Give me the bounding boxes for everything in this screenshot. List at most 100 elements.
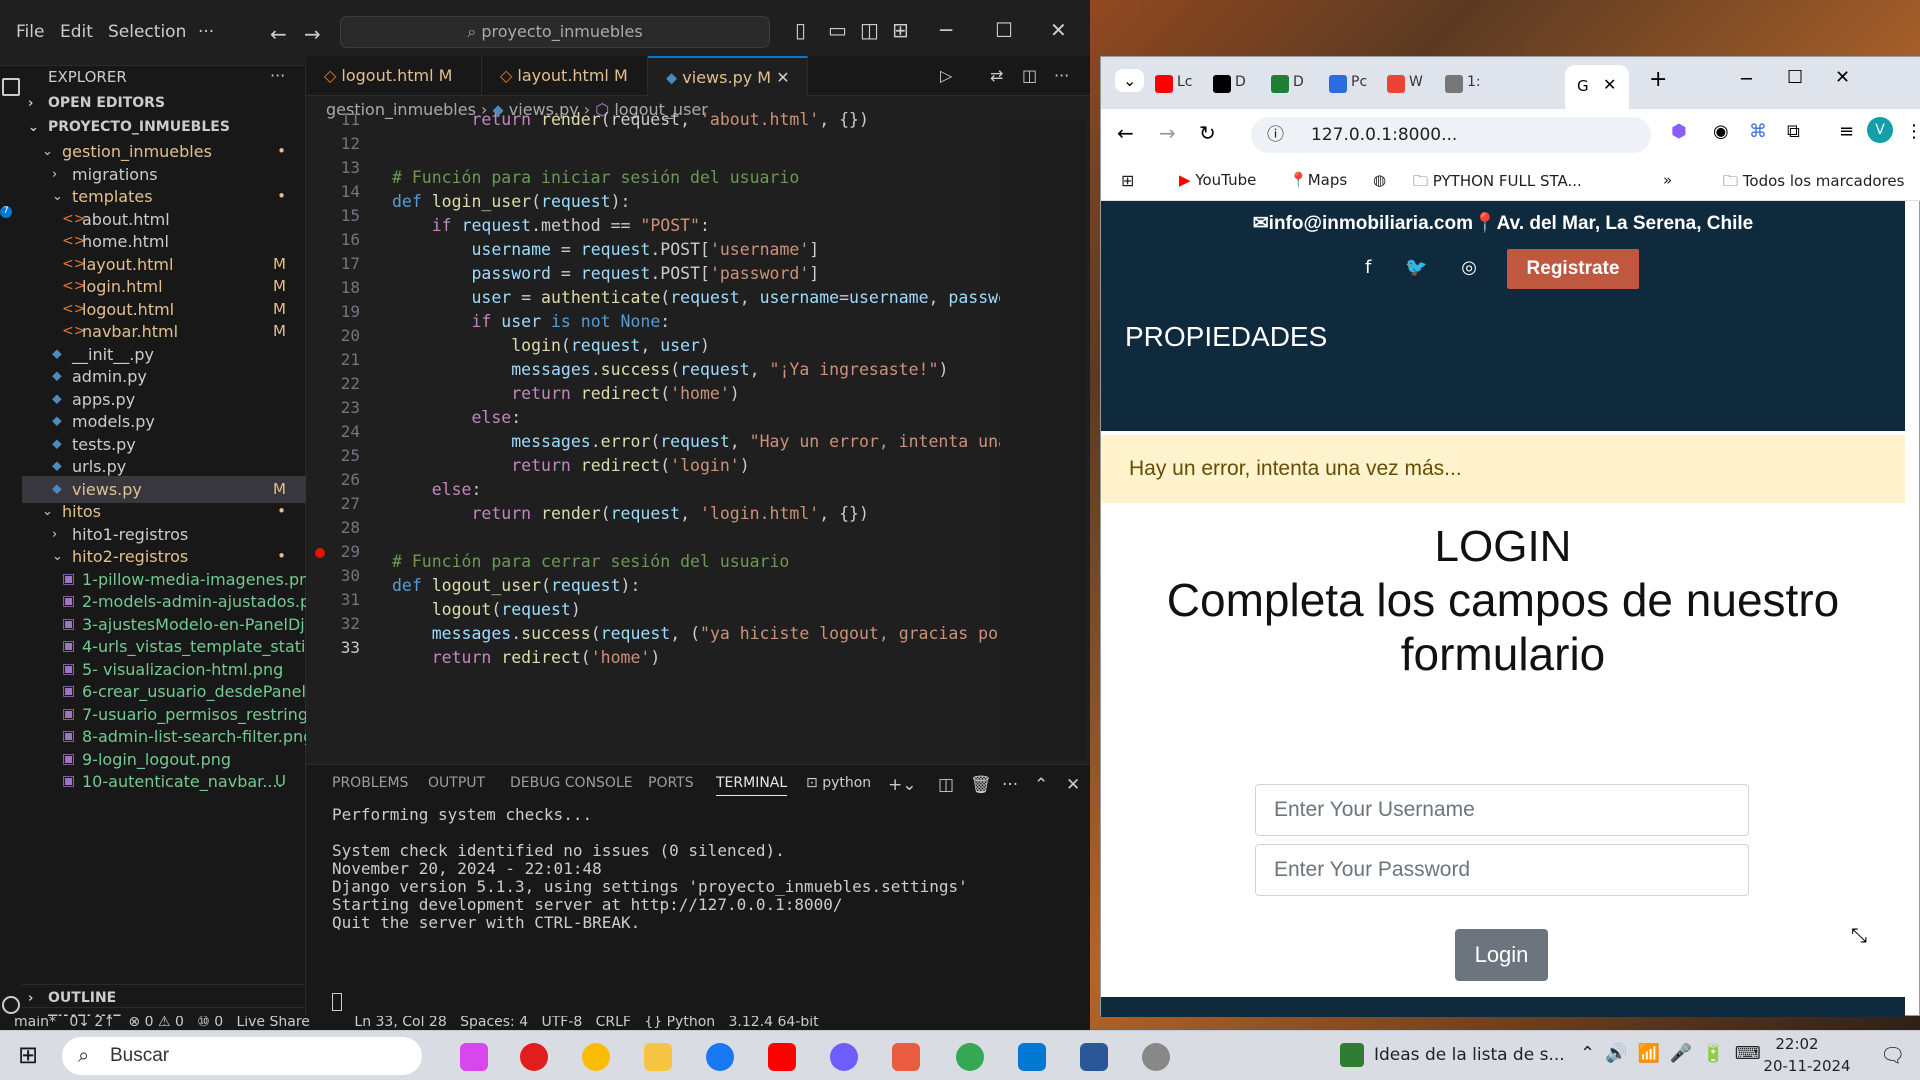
tree-item[interactable]: ▣ 10-autenticate_navbar.... U — [22, 768, 306, 795]
bookmark-youtube[interactable]: ▶ YouTube — [1179, 171, 1256, 189]
forward-icon[interactable]: → — [1159, 121, 1176, 145]
menu-more[interactable]: ··· — [198, 22, 214, 42]
back-icon[interactable]: ← — [1117, 121, 1134, 145]
explorer-icon[interactable] — [2, 78, 20, 96]
notification-app-icon[interactable] — [1340, 1043, 1364, 1067]
opera-icon[interactable] — [520, 1043, 548, 1071]
editor-more-icon[interactable]: ··· — [1054, 66, 1069, 85]
site-brand[interactable]: PROPIEDADES — [1125, 321, 1327, 353]
toggle-sidebar-icon[interactable]: ▯ — [795, 18, 806, 42]
tab-search-icon[interactable]: ⌄ — [1115, 69, 1145, 92]
extension-record-icon[interactable]: ◉ — [1713, 121, 1729, 142]
code-editor[interactable]: 11 12 13 14 15 16 17 18 19 20 21 22 23 24 25 26 27 28 29 30… — [306, 110, 1018, 760]
reload-icon[interactable]: ↻ — [1199, 121, 1216, 145]
panel-tab-debug-console[interactable]: DEBUG CONSOLE — [510, 775, 633, 791]
chrome-profile-icon[interactable] — [956, 1043, 984, 1071]
media-icon[interactable]: ≡ — [1839, 121, 1854, 142]
customize-layout-icon[interactable]: ⊞ — [892, 18, 909, 42]
translate-icon[interactable]: ⌘ — [1749, 121, 1767, 142]
compare-icon[interactable]: ⇄ — [990, 66, 1003, 85]
chrome-menu-icon[interactable]: ⋮ — [1905, 121, 1920, 142]
menu-file[interactable]: File — [16, 22, 44, 42]
chrome-tab[interactable]: 1: — [1439, 69, 1485, 99]
menu-selection[interactable]: Selection — [108, 22, 186, 42]
profile-avatar[interactable]: V — [1867, 117, 1893, 143]
toggle-secondary-sidebar-icon[interactable]: ◫ — [860, 18, 879, 42]
taskbar-search[interactable]: ⌕ Buscar — [62, 1037, 422, 1075]
facebook-icon[interactable] — [706, 1043, 734, 1071]
wifi-app-icon[interactable] — [1142, 1043, 1170, 1071]
vscode-icon[interactable] — [1018, 1043, 1046, 1071]
close-icon[interactable]: ✕ — [1050, 18, 1067, 42]
status-text[interactable]: main* 0↓ 2↑ ⊗ 0 ⚠ 0 ⑩ 0 Live Share Ln 33… — [14, 1016, 819, 1030]
bookmark-maps[interactable]: 📍Maps — [1289, 171, 1347, 189]
youtube-icon[interactable] — [768, 1043, 796, 1071]
terminal-selector[interactable]: ⊡ python — [806, 775, 871, 791]
chrome-tab[interactable]: Pc — [1323, 69, 1369, 99]
notifications-icon[interactable]: 🗨 — [1880, 1043, 1905, 1067]
new-terminal-icon[interactable]: +⌄ — [888, 775, 917, 795]
site-info-icon[interactable]: ⓘ — [1267, 117, 1284, 153]
panel-tab-problems[interactable]: PROBLEMS — [332, 775, 408, 791]
globe-icon[interactable]: ◍ — [1373, 171, 1386, 189]
split-editor-icon[interactable]: ◫ — [1022, 66, 1037, 85]
minimize-icon[interactable]: ─ — [940, 18, 952, 42]
notification-text[interactable]: Ideas de la lista de s... — [1374, 1045, 1565, 1065]
project-root[interactable]: ⌄ PROYECTO_INMUEBLES — [22, 114, 306, 141]
username-input[interactable]: Enter Your Username — [1255, 784, 1749, 836]
tray-icons[interactable]: ⌃🔊📶🎤🔋⌨ — [1580, 1043, 1771, 1064]
explorer-more-icon[interactable]: ··· — [270, 66, 285, 85]
extensions-icon[interactable]: ⧉ — [1787, 121, 1800, 142]
new-tab-icon[interactable]: + — [1649, 67, 1667, 92]
address-bar[interactable]: ⓘ 127.0.0.1:8000... — [1251, 117, 1651, 153]
tab-layout-html[interactable]: ◇ layout.html M — [482, 56, 648, 96]
maximize-icon[interactable]: ☐ — [1787, 67, 1803, 88]
start-icon[interactable]: ⊞ — [18, 1041, 38, 1069]
close-panel-icon[interactable]: ✕ — [1066, 775, 1080, 795]
copilot-icon[interactable] — [460, 1043, 488, 1071]
panel-tab-terminal[interactable]: TERMINAL — [716, 775, 788, 796]
mail-icon[interactable] — [892, 1043, 920, 1071]
shrink-icon[interactable]: ⤡ — [1851, 923, 1867, 947]
forward-arrow-icon[interactable]: → — [304, 22, 321, 46]
menu-edit[interactable]: Edit — [60, 22, 93, 42]
trash-icon[interactable]: 🗑 — [970, 775, 992, 795]
maximize-icon[interactable]: ☐ — [995, 18, 1013, 42]
bookmark-python-folder[interactable]: 🗀 PYTHON FULL STA... — [1413, 171, 1582, 196]
minimize-icon[interactable]: ─ — [1741, 69, 1752, 90]
chrome-tab[interactable]: Lc — [1149, 69, 1195, 99]
close-icon[interactable]: ✕ — [1835, 67, 1850, 88]
split-terminal-icon[interactable]: ◫ — [938, 775, 954, 795]
panel-more-icon[interactable]: ··· — [1002, 775, 1018, 795]
login-button[interactable]: Login — [1455, 929, 1548, 981]
account-icon[interactable] — [2, 996, 20, 1014]
zoom-app-icon[interactable] — [830, 1043, 858, 1071]
command-center-search[interactable]: ⌕ proyecto_inmuebles — [340, 16, 770, 48]
maximize-panel-icon[interactable]: ⌃ — [1034, 775, 1048, 795]
toggle-panel-icon[interactable]: ▭ — [828, 18, 847, 42]
chrome-tab[interactable]: W — [1381, 69, 1427, 99]
chrome-tab-active[interactable]: G ✕ — [1565, 65, 1629, 109]
all-bookmarks-folder[interactable]: 🗀 Todos los marcadores — [1723, 171, 1904, 196]
word-icon[interactable] — [1080, 1043, 1108, 1071]
run-icon[interactable]: ▷ — [940, 66, 952, 85]
chrome-tab[interactable]: D — [1265, 69, 1311, 99]
chrome-icon[interactable] — [582, 1043, 610, 1071]
tab-views-py[interactable]: ⬥ views.py M ✕ — [648, 56, 808, 96]
clock-time[interactable]: 22:02 — [1762, 1035, 1832, 1053]
password-input[interactable]: Enter Your Password — [1255, 844, 1749, 896]
apps-grid-icon[interactable]: ⊞ — [1121, 171, 1134, 190]
back-arrow-icon[interactable]: ← — [270, 22, 287, 46]
extension-brain-icon[interactable]: ⬢ — [1671, 121, 1687, 142]
panel-tab-ports[interactable]: PORTS — [648, 775, 694, 791]
register-button[interactable]: Registrate — [1507, 249, 1639, 289]
more-bookmarks-icon[interactable]: » — [1663, 171, 1672, 189]
minimap[interactable] — [1000, 120, 1085, 760]
tab-logout-html[interactable]: ◇ logout.html M — [306, 56, 482, 96]
breakpoint-marker[interactable] — [315, 548, 325, 558]
clock-date[interactable]: 20-11-2024 — [1762, 1057, 1852, 1075]
file-explorer-icon[interactable] — [644, 1043, 672, 1071]
close-tab-icon[interactable]: ✕ — [776, 68, 789, 87]
chrome-tab[interactable]: D — [1207, 69, 1253, 99]
open-editors-section[interactable]: › OPEN EDITORS — [22, 90, 306, 117]
